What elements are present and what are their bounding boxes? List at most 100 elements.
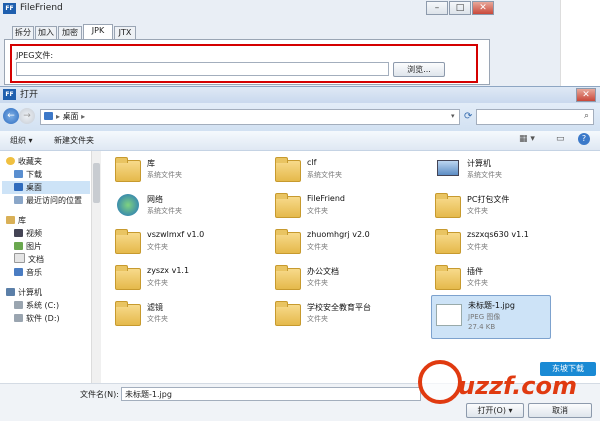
desktop-icon (44, 112, 53, 120)
file-item[interactable]: vszwlmxf v1.0 文件夹 (113, 227, 263, 259)
file-item[interactable]: 网络 系统文件夹 (113, 191, 263, 223)
desktop-icon (14, 183, 23, 191)
file-item[interactable]: zyszx v1.1 文件夹 (113, 263, 263, 295)
file-item-selected[interactable]: 未标题-1.jpg JPEG 图像 27.4 KB (431, 295, 551, 339)
pictures-icon (14, 242, 23, 250)
music-icon (14, 268, 23, 276)
watermark-text: uzzf.com (458, 372, 577, 400)
watermark-badge: 东坡下载 (540, 362, 596, 376)
downloads-icon (14, 170, 23, 178)
filefriend-app-icon: FF (3, 3, 16, 14)
folder-icon (275, 265, 301, 290)
tab-join[interactable]: 加入 (35, 26, 57, 39)
open-button[interactable]: 打开(O) ▾ (466, 403, 524, 418)
tab-split[interactable]: 拆分 (12, 26, 34, 39)
folder-icon (275, 301, 301, 326)
filename-label: 文件名(N): (80, 390, 119, 399)
drive-icon (14, 301, 23, 309)
filefriend-title: FileFriend (20, 3, 63, 13)
dialog-app-icon: FF (3, 89, 16, 100)
folder-icon (115, 301, 141, 326)
network-icon (117, 194, 139, 216)
file-item[interactable]: FileFriend 文件夹 (273, 191, 423, 223)
file-item[interactable]: 滤镜 文件夹 (113, 299, 263, 331)
filename-input[interactable]: 未标题-1.jpg (121, 387, 421, 401)
nav-documents[interactable]: 文档 (14, 253, 44, 266)
recent-places-icon (14, 196, 23, 204)
address-bar-row: ← → ▸ 桌面 ▸ ▾ ⟳ ⌕ (0, 103, 600, 131)
file-item[interactable]: 计算机 系统文件夹 (433, 155, 583, 187)
filefriend-window: FF FileFriend – □ ✕ 拆分 加入 加密 JPK JTX JPE… (0, 0, 600, 90)
computer-icon (6, 288, 15, 296)
tab-encrypt[interactable]: 加密 (58, 26, 82, 39)
video-icon (14, 229, 23, 237)
nav-desktop[interactable]: 桌面 (2, 181, 90, 194)
organize-button[interactable]: 组织 ▾ (10, 135, 33, 146)
nav-recent[interactable]: 最近访问的位置 (14, 194, 82, 207)
forward-arrow-icon[interactable]: → (19, 108, 35, 124)
search-icon: ⌕ (583, 111, 589, 121)
tab-jpk[interactable]: JPK (83, 24, 113, 39)
folder-icon (275, 229, 301, 254)
folder-icon (115, 265, 141, 290)
watermark-logo-icon (418, 360, 462, 404)
refresh-icon[interactable]: ⟳ (464, 111, 472, 122)
nav-favorites[interactable]: 收藏夹 (6, 155, 42, 168)
file-list: 库 系统文件夹 clf 系统文件夹 计算机 系统文件夹 网络 系统文件夹 Fil… (101, 151, 600, 383)
help-icon[interactable]: ? (578, 133, 590, 145)
close-button[interactable]: ✕ (472, 1, 494, 15)
nav-drive-c[interactable]: 系统 (C:) (14, 299, 59, 312)
user-folder-icon (275, 157, 301, 182)
search-input[interactable]: ⌕ (476, 109, 594, 125)
dialog-close-button[interactable]: ✕ (576, 88, 596, 102)
nav-computer[interactable]: 计算机 (6, 286, 42, 299)
nav-videos[interactable]: 视频 (14, 227, 42, 240)
nav-scroll-thumb[interactable] (93, 163, 100, 203)
folder-icon (435, 193, 461, 218)
back-arrow-icon[interactable]: ← (3, 108, 19, 124)
breadcrumb-desktop[interactable]: 桌面 (63, 112, 79, 121)
nav-music[interactable]: 音乐 (14, 266, 42, 279)
dialog-titlebar: FF 打开 ✕ (0, 87, 600, 103)
dialog-title: 打开 (20, 90, 39, 100)
maximize-button[interactable]: □ (449, 1, 471, 15)
open-dialog: FF 打开 ✕ ← → ▸ 桌面 ▸ ▾ ⟳ ⌕ 组织 ▾ 新建文件夹 ▦ ▾ … (0, 86, 600, 421)
file-item[interactable]: clf 系统文件夹 (273, 155, 423, 187)
address-box[interactable]: ▸ 桌面 ▸ (40, 109, 460, 125)
command-bar: 组织 ▾ 新建文件夹 ▦ ▾ ▭ ? (0, 131, 600, 151)
address-dropdown-icon[interactable]: ▾ (451, 112, 455, 120)
jpeg-file-input[interactable] (16, 62, 389, 76)
library-icon (6, 216, 15, 224)
view-options-icon[interactable]: ▦ ▾ (519, 134, 535, 144)
navigation-pane: 收藏夹 下载 桌面 最近访问的位置 库 视频 图片 文档 音乐 计算机 系统 (… (0, 151, 92, 383)
computer-icon (437, 160, 459, 176)
new-folder-button[interactable]: 新建文件夹 (54, 135, 94, 146)
preview-pane-icon[interactable]: ▭ (556, 134, 565, 144)
documents-icon (14, 253, 25, 263)
folder-icon (435, 265, 461, 290)
nav-pictures[interactable]: 图片 (14, 240, 42, 253)
tab-jtx[interactable]: JTX (114, 26, 136, 39)
file-item[interactable]: 库 系统文件夹 (113, 155, 263, 187)
file-item[interactable]: zszxqs630 v1.1 文件夹 (433, 227, 583, 259)
file-item[interactable]: zhuomhgrj v2.0 文件夹 (273, 227, 423, 259)
minimize-button[interactable]: – (426, 1, 448, 15)
file-item[interactable]: 插件 文件夹 (433, 263, 583, 295)
nav-drive-d[interactable]: 软件 (D:) (14, 312, 60, 325)
nav-libraries[interactable]: 库 (6, 214, 26, 227)
folder-icon (435, 229, 461, 254)
cancel-button[interactable]: 取消 (528, 403, 592, 418)
file-item[interactable]: 学校安全教育平台 文件夹 (273, 299, 423, 331)
file-item[interactable]: PC打包文件 文件夹 (433, 191, 583, 223)
jpeg-file-label: JPEG文件: (16, 51, 54, 60)
nav-scrollbar[interactable] (92, 151, 101, 383)
star-icon (6, 157, 15, 165)
folder-icon (275, 193, 301, 218)
file-item[interactable]: 办公文档 文件夹 (273, 263, 423, 295)
jpeg-image-icon (436, 304, 462, 326)
folder-icon (115, 229, 141, 254)
browse-button[interactable]: 浏览... (393, 62, 445, 77)
nav-downloads[interactable]: 下载 (14, 168, 42, 181)
drive-icon (14, 314, 23, 322)
background-page (560, 0, 600, 86)
